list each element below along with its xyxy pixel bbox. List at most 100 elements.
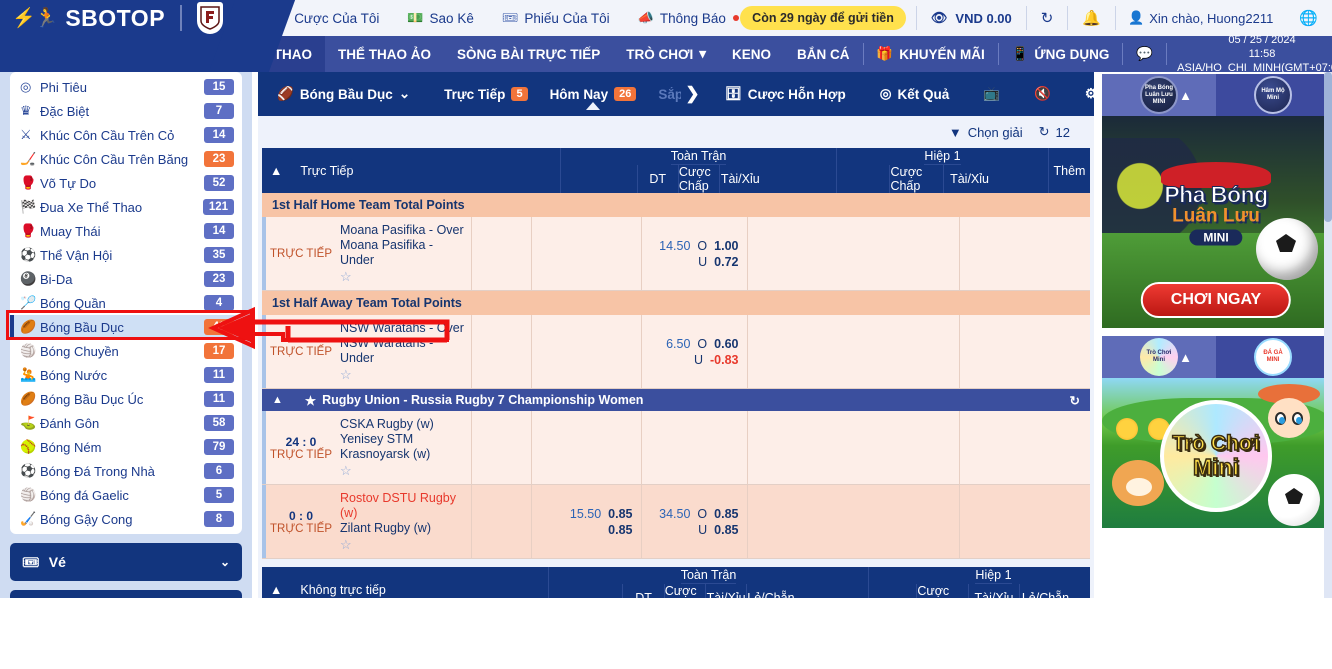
next-arrow-button[interactable]: ❯ — [681, 84, 703, 104]
tv-icon[interactable]: 📺 — [972, 86, 1011, 102]
chat-icon[interactable]: 💬 — [1123, 36, 1166, 72]
sidebar-item-b-ng-b-u-d-c[interactable]: 🏉 Bóng Bầu Dục 43 — [10, 315, 242, 339]
nav-item-6[interactable]: 🎁 KHUYẾN MÃI — [863, 36, 997, 72]
sidebar-item-b-ng-gaelic[interactable]: 🏐 Bóng đá Gaelic 5 — [10, 483, 242, 507]
top-link-3[interactable]: 📣 Thông Báo — [624, 10, 753, 26]
play-now-button[interactable]: CHƠI NGAY — [1140, 282, 1292, 318]
nav-item-5[interactable]: BẮN CÁ — [784, 36, 863, 72]
sidebar-item-phi-ti-u[interactable]: ◎ Phi Tiêu 15 — [10, 75, 242, 99]
ad-tab-daga[interactable]: ĐÁ GÀ MINI — [1216, 336, 1330, 378]
subnav-tab-1[interactable]: Hôm Nay 26 — [539, 87, 648, 110]
star-outline-icon[interactable]: ☆ — [340, 463, 352, 479]
table-row[interactable]: 0 : 0 TRỰC TIẾP Rostov DSTU Rugby (w) Zilan… — [262, 485, 1090, 559]
sidebar-item-count: 121 — [202, 199, 234, 215]
nav-item-2[interactable]: SÒNG BÀI TRỰC TIẾP — [444, 36, 613, 72]
ad-tab-phabong[interactable]: Pha Bóng Luân Lưu MINI ▲ — [1102, 74, 1216, 116]
globe-icon[interactable]: 🌐 — [1285, 9, 1332, 27]
sport-selector[interactable]: 🏈 Bóng Bầu Dục ⌄ — [266, 86, 421, 102]
mixparlay-button[interactable]: 🗄 Cược Hỗn Hợp — [714, 86, 857, 102]
odds-overunder[interactable]: 34.50 O 0.85 U 0.85 — [640, 485, 747, 558]
sidebar-item-kh-c-c-n-c-u-tr-n-c-[interactable]: ⚔ Khúc Côn Cầu Trên Cỏ 14 — [10, 123, 242, 147]
league-header[interactable]: ▲ ★ Rugby Union - Russia Rugby 7 Champions… — [262, 389, 1090, 411]
odds-more-cell[interactable] — [958, 217, 1091, 290]
sidebar-item-b-ng-b-u-d-c-c[interactable]: 🏉 Bóng Bầu Dục Úc 11 — [10, 387, 242, 411]
odds-firsthalf[interactable] — [746, 411, 959, 484]
fox-snout-shape — [1126, 478, 1152, 496]
nav-item-1[interactable]: THỂ THAO ẢO — [325, 36, 444, 72]
sidebar-button-0[interactable]: 🎟 Vé ⌄ — [10, 543, 242, 581]
odds-more-cell[interactable] — [958, 485, 1091, 558]
odds-handicap[interactable] — [530, 411, 641, 484]
odds-handicap[interactable] — [530, 315, 641, 388]
sidebar-item-count: 52 — [204, 175, 234, 191]
brand-block[interactable]: ⚡🏃 SBOTOP — [0, 0, 252, 72]
sidebar-item-label: Bóng Chuyền — [40, 343, 119, 359]
refresh-icon[interactable]: ↻ — [1027, 9, 1068, 27]
odds-firsthalf[interactable] — [746, 315, 959, 388]
chevron-up-icon[interactable]: ▲ — [272, 394, 283, 406]
ad-tab-trochoi[interactable]: Trò Chơi Mini ▲ — [1102, 336, 1216, 378]
sidebar-item-muay-th-i[interactable]: 🥊 Muay Thái 14 — [10, 219, 242, 243]
odds-more-cell[interactable] — [958, 411, 1091, 484]
page-scrollbar[interactable] — [1324, 72, 1332, 598]
top-link-1[interactable]: 💵 Sao Kê — [393, 10, 487, 26]
ad-banner-phabong[interactable]: Pha Bóng Luân Lưu MINI CHƠI NGAY — [1102, 116, 1330, 328]
odds-dt[interactable] — [470, 411, 531, 484]
subnav-tab-2[interactable]: Sắp — [647, 87, 681, 102]
table-row[interactable]: 24 : 0 TRỰC TIẾP CSKA Rugby (w) Yenisey STM… — [262, 411, 1090, 485]
chevron-up-icon[interactable]: ▲ — [1179, 350, 1192, 365]
table-row[interactable]: TRỰC TIẾP Moana Pasifika - Over Moana Pasi… — [262, 217, 1090, 291]
deposit-reminder-pill[interactable]: Còn 29 ngày để gửi tiền — [740, 6, 906, 30]
results-button[interactable]: ◎ Kết Quả — [869, 86, 961, 102]
sidebar-item--ua-xe-th-thao[interactable]: 🏁 Đua Xe Thể Thao 121 — [10, 195, 242, 219]
table-row[interactable]: TRỰC TIẾP NSW Waratahs - Over NSW Waratahs… — [262, 315, 1090, 389]
odds-dt[interactable] — [470, 485, 531, 558]
odds-dt[interactable] — [470, 217, 531, 290]
odds-dt[interactable] — [470, 315, 531, 388]
sidebar-item-b-ng-g-y-cong[interactable]: 🏑 Bóng Gậy Cong 8 — [10, 507, 242, 531]
chevron-up-icon[interactable]: ▲ — [1179, 88, 1192, 103]
odds-firsthalf[interactable] — [746, 485, 959, 558]
star-outline-icon[interactable]: ☆ — [340, 269, 352, 285]
scrollbar-thumb[interactable] — [1324, 72, 1332, 222]
sidebar-item-b-ng-qu-n[interactable]: 🏸 Bóng Quần 4 — [10, 291, 242, 315]
odds-more-cell[interactable] — [958, 315, 1091, 388]
sidebar-item-v-t-do[interactable]: 🥊 Võ Tự Do 52 — [10, 171, 242, 195]
nav-item-7[interactable]: 📱 ỨNG DỤNG — [999, 36, 1123, 72]
sidebar-item-kh-c-c-n-c-u-tr-n-b-ng[interactable]: 🏒 Khúc Côn Cầu Trên Băng 23 — [10, 147, 242, 171]
odds-overunder[interactable]: 6.50 O 0.60 U -0.83 — [640, 315, 747, 388]
sidebar-item-th-v-n-h-i[interactable]: ⚽ Thể Vận Hội 35 — [10, 243, 242, 267]
league-filter-button[interactable]: ▼ Chọn giải — [949, 125, 1023, 140]
odds-handicap[interactable]: 15.50 0.85 0.85 — [530, 485, 641, 558]
chevron-up-icon[interactable]: ▲ — [270, 164, 282, 178]
sidebar-item-b-ng-trong-nh-[interactable]: ⚽ Bóng Đá Trong Nhà 6 — [10, 459, 242, 483]
subnav-tab-0[interactable]: Trực Tiếp 5 — [433, 87, 538, 102]
refresh-counter[interactable]: ↻ 12 — [1039, 124, 1070, 140]
user-menu[interactable]: 👤 Xin chào, Huong2211 — [1116, 10, 1285, 26]
odds-overunder[interactable] — [640, 411, 747, 484]
mute-icon[interactable]: 🔇 — [1023, 86, 1062, 102]
star-outline-icon[interactable]: ☆ — [340, 537, 352, 553]
refresh-icon[interactable]: ↻ — [1070, 393, 1080, 408]
odds-handicap[interactable] — [530, 217, 641, 290]
nav-item-4[interactable]: KENO — [719, 36, 784, 72]
sidebar-item--c-bi-t[interactable]: ♛ Đặc Biệt 7 — [10, 99, 242, 123]
star-filled-icon[interactable]: ★ — [305, 393, 316, 408]
ad-card-trochoi[interactable]: Trò Chơi Mini ▲ ĐÁ GÀ MINI Trò Chơi Mini — [1102, 336, 1330, 528]
sidebar-item-b-ng-n-m[interactable]: 🥎 Bóng Ném 79 — [10, 435, 242, 459]
balance-display[interactable]: 👁 VND 0.00 — [917, 10, 1026, 26]
sidebar-item-bi-da[interactable]: 🎱 Bi-Da 23 — [10, 267, 242, 291]
odds-overunder[interactable]: 14.50 O 1.00 U 0.72 — [640, 217, 747, 290]
sidebar-item-b-ng-n-c[interactable]: 🤽 Bóng Nước 11 — [10, 363, 242, 387]
chevron-up-icon[interactable]: ▲ — [270, 583, 282, 597]
top-link-2[interactable]: 🎟 Phiếu Của Tôi — [488, 10, 624, 26]
odds-firsthalf[interactable] — [746, 217, 959, 290]
sidebar-item-b-ng-chuy-n[interactable]: 🏐 Bóng Chuyền 17 — [10, 339, 242, 363]
star-outline-icon[interactable]: ☆ — [340, 367, 352, 383]
bell-icon[interactable]: 🔔 — [1068, 9, 1115, 27]
sidebar-item--nh-g-n[interactable]: ⛳ Đánh Gôn 58 — [10, 411, 242, 435]
nav-item-3[interactable]: TRÒ CHƠI ▾ — [613, 36, 719, 72]
ad-tab-hammo[interactable]: Hâm Mộ Mini — [1216, 74, 1330, 116]
ad-banner-trochoi[interactable]: Trò Chơi Mini — [1102, 378, 1330, 528]
ad-card-phabong[interactable]: Pha Bóng Luân Lưu MINI ▲ Hâm Mộ Mini Pha Bó… — [1102, 74, 1330, 328]
